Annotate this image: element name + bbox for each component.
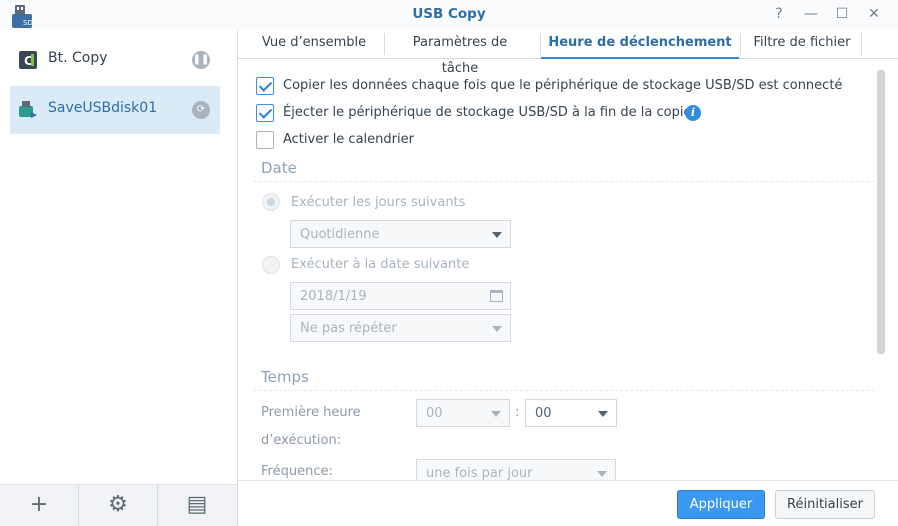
tab-overview[interactable]: Vue d’ensemble [254,30,374,59]
enable-schedule-option[interactable]: Activer le calendrier [256,131,456,151]
task-label: Bt. Copy [48,50,108,66]
footer-bar: Appliquer Réinitialiser [238,480,898,526]
minute-value: 00 [535,406,552,421]
maximize-icon[interactable]: ☐ [833,5,851,23]
first-run-time-label-line1: Première heure [261,405,361,420]
minute-select[interactable]: 00 [525,399,617,427]
chevron-down-icon [492,232,502,238]
sidebar-toolbar: + ⚙ ▤ [0,484,237,526]
hour-value: 00 [426,406,443,421]
enable-schedule-label: Activer le calendrier [283,132,414,147]
run-date-field[interactable]: 2018/1/19 [290,282,511,310]
task-list: C Bt. Copy ❚❚ SaveUSBdisk01 ⟳ [0,30,237,484]
tab-divider [384,33,385,55]
task-item-saveusbdisk01[interactable]: SaveUSBdisk01 ⟳ [10,86,220,134]
run-date-value: 2018/1/19 [300,289,367,304]
tab-task-settings[interactable]: Paramètres de tâche [393,30,527,76]
settings-gear-icon[interactable]: ⚙ [79,485,157,526]
tab-bar: Vue d’ensemble Paramètres de tâche Heure… [238,30,898,76]
run-date-label: Exécuter à la date suivante [291,257,470,272]
frequency-label: Fréquence: [261,464,333,479]
add-task-button[interactable]: + [0,485,78,526]
calendar-icon[interactable] [490,290,503,302]
help-icon[interactable]: ? [770,5,788,23]
time-section-title: Temps [261,368,309,386]
copy-task-icon: C [19,51,37,69]
task-item-bt-copy[interactable]: C Bt. Copy ❚❚ [10,36,220,84]
reset-button[interactable]: Réinitialiser [775,490,875,519]
copy-on-connect-label: Copier les données chaque fois que le pé… [283,78,843,93]
chevron-down-icon [597,471,607,477]
tab-divider [740,33,741,55]
log-document-icon[interactable]: ▤ [158,485,236,526]
section-divider [254,181,874,182]
run-days-radio[interactable] [262,193,280,211]
info-icon[interactable]: i [685,105,701,121]
window-title: USB Copy [412,6,486,22]
hour-select[interactable]: 00 [416,399,510,427]
chevron-down-icon [598,411,608,417]
copy-on-connect-checkbox[interactable] [256,77,274,95]
copy-on-connect-option[interactable]: Copier les données chaque fois que le pé… [256,77,842,97]
run-date-radio[interactable] [262,256,280,274]
date-section-title: Date [261,159,297,177]
pause-icon: ❚❚ [192,51,210,69]
link-icon: ⟳ [192,101,210,119]
title-bar: SD USB Copy ? — ☐ ✕ [0,0,898,30]
repeat-value: Ne pas répéter [300,321,397,336]
content-scrollbar[interactable] [877,70,885,354]
task-label: SaveUSBdisk01 [48,100,158,116]
tab-trigger-time[interactable]: Heure de déclenchement [541,30,739,59]
trigger-settings-panel: Copier les données chaque fois que le pé… [238,60,898,480]
chevron-down-icon [492,326,502,332]
frequency-value: une fois par jour [426,466,533,480]
close-icon[interactable]: ✕ [865,5,883,23]
run-days-value: Quotidienne [300,227,380,242]
first-run-time-label-line2: d’exécution: [261,433,342,448]
eject-after-copy-option[interactable]: Éjecter le périphérique de stockage USB/… [256,104,716,124]
time-separator: : [515,405,520,420]
run-days-label: Exécuter les jours suivants [291,195,466,210]
enable-schedule-checkbox[interactable] [256,131,274,149]
chevron-down-icon [491,411,501,417]
frequency-select[interactable]: une fois par jour [416,459,616,480]
section-divider [254,390,874,391]
tab-divider [861,33,862,55]
usb-task-icon [19,101,37,118]
run-days-select[interactable]: Quotidienne [290,220,511,248]
apply-button[interactable]: Appliquer [677,490,765,519]
minimize-icon[interactable]: — [802,5,820,23]
tab-file-filter[interactable]: Filtre de fichier [750,30,854,59]
eject-after-copy-label: Éjecter le périphérique de stockage USB/… [283,105,692,120]
eject-after-copy-checkbox[interactable] [256,104,274,122]
repeat-select[interactable]: Ne pas répéter [290,314,511,342]
